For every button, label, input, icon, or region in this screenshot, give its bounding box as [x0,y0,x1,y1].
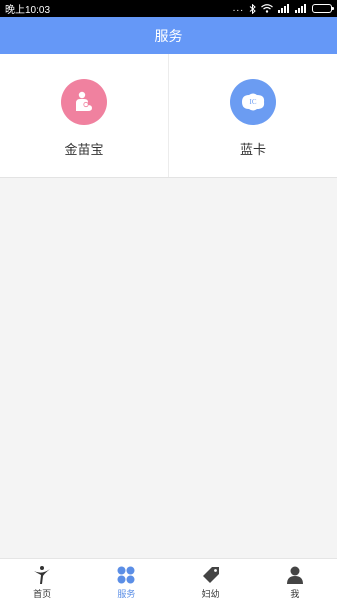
bluetooth-icon [249,3,256,14]
status-bar: 晚上10:03 ... [0,0,337,17]
status-icons: ... [232,3,334,14]
tab-home[interactable]: 首页 [0,559,84,600]
signal-icon [278,4,290,13]
ic-card-icon: IC [230,79,276,125]
battery-icon [312,4,334,13]
ic-card-text: IC [249,98,257,106]
app-header: 服务 [0,17,337,54]
status-time: 晚上10:03 [5,5,51,16]
service-jinmiaobao[interactable]: 金苗宝 [0,54,168,177]
service-label: 蓝卡 [239,143,266,158]
tab-label: 我 [290,590,300,600]
user-icon [285,565,305,585]
signal-icon-2 [295,4,307,13]
tab-me[interactable]: 我 [253,559,337,600]
service-grid: 金苗宝 IC 蓝卡 [0,54,337,178]
tab-maternal[interactable]: 妇幼 [169,559,253,600]
services-icon [116,565,136,585]
tab-label: 服务 [117,590,136,600]
service-label: 金苗宝 [64,143,104,158]
tab-label: 妇幼 [201,590,220,600]
tab-services[interactable]: 服务 [84,559,168,600]
bottom-tab-bar: 首页 服务 妇幼 我 [0,558,337,600]
tag-icon [201,565,221,585]
tab-label: 首页 [33,590,52,600]
wifi-icon [261,4,273,13]
service-bluecard[interactable]: IC 蓝卡 [168,54,337,177]
home-figure-icon [32,565,52,585]
mother-baby-icon [61,79,107,125]
page-title: 服务 [154,28,183,45]
more-dots: ... [232,3,244,14]
